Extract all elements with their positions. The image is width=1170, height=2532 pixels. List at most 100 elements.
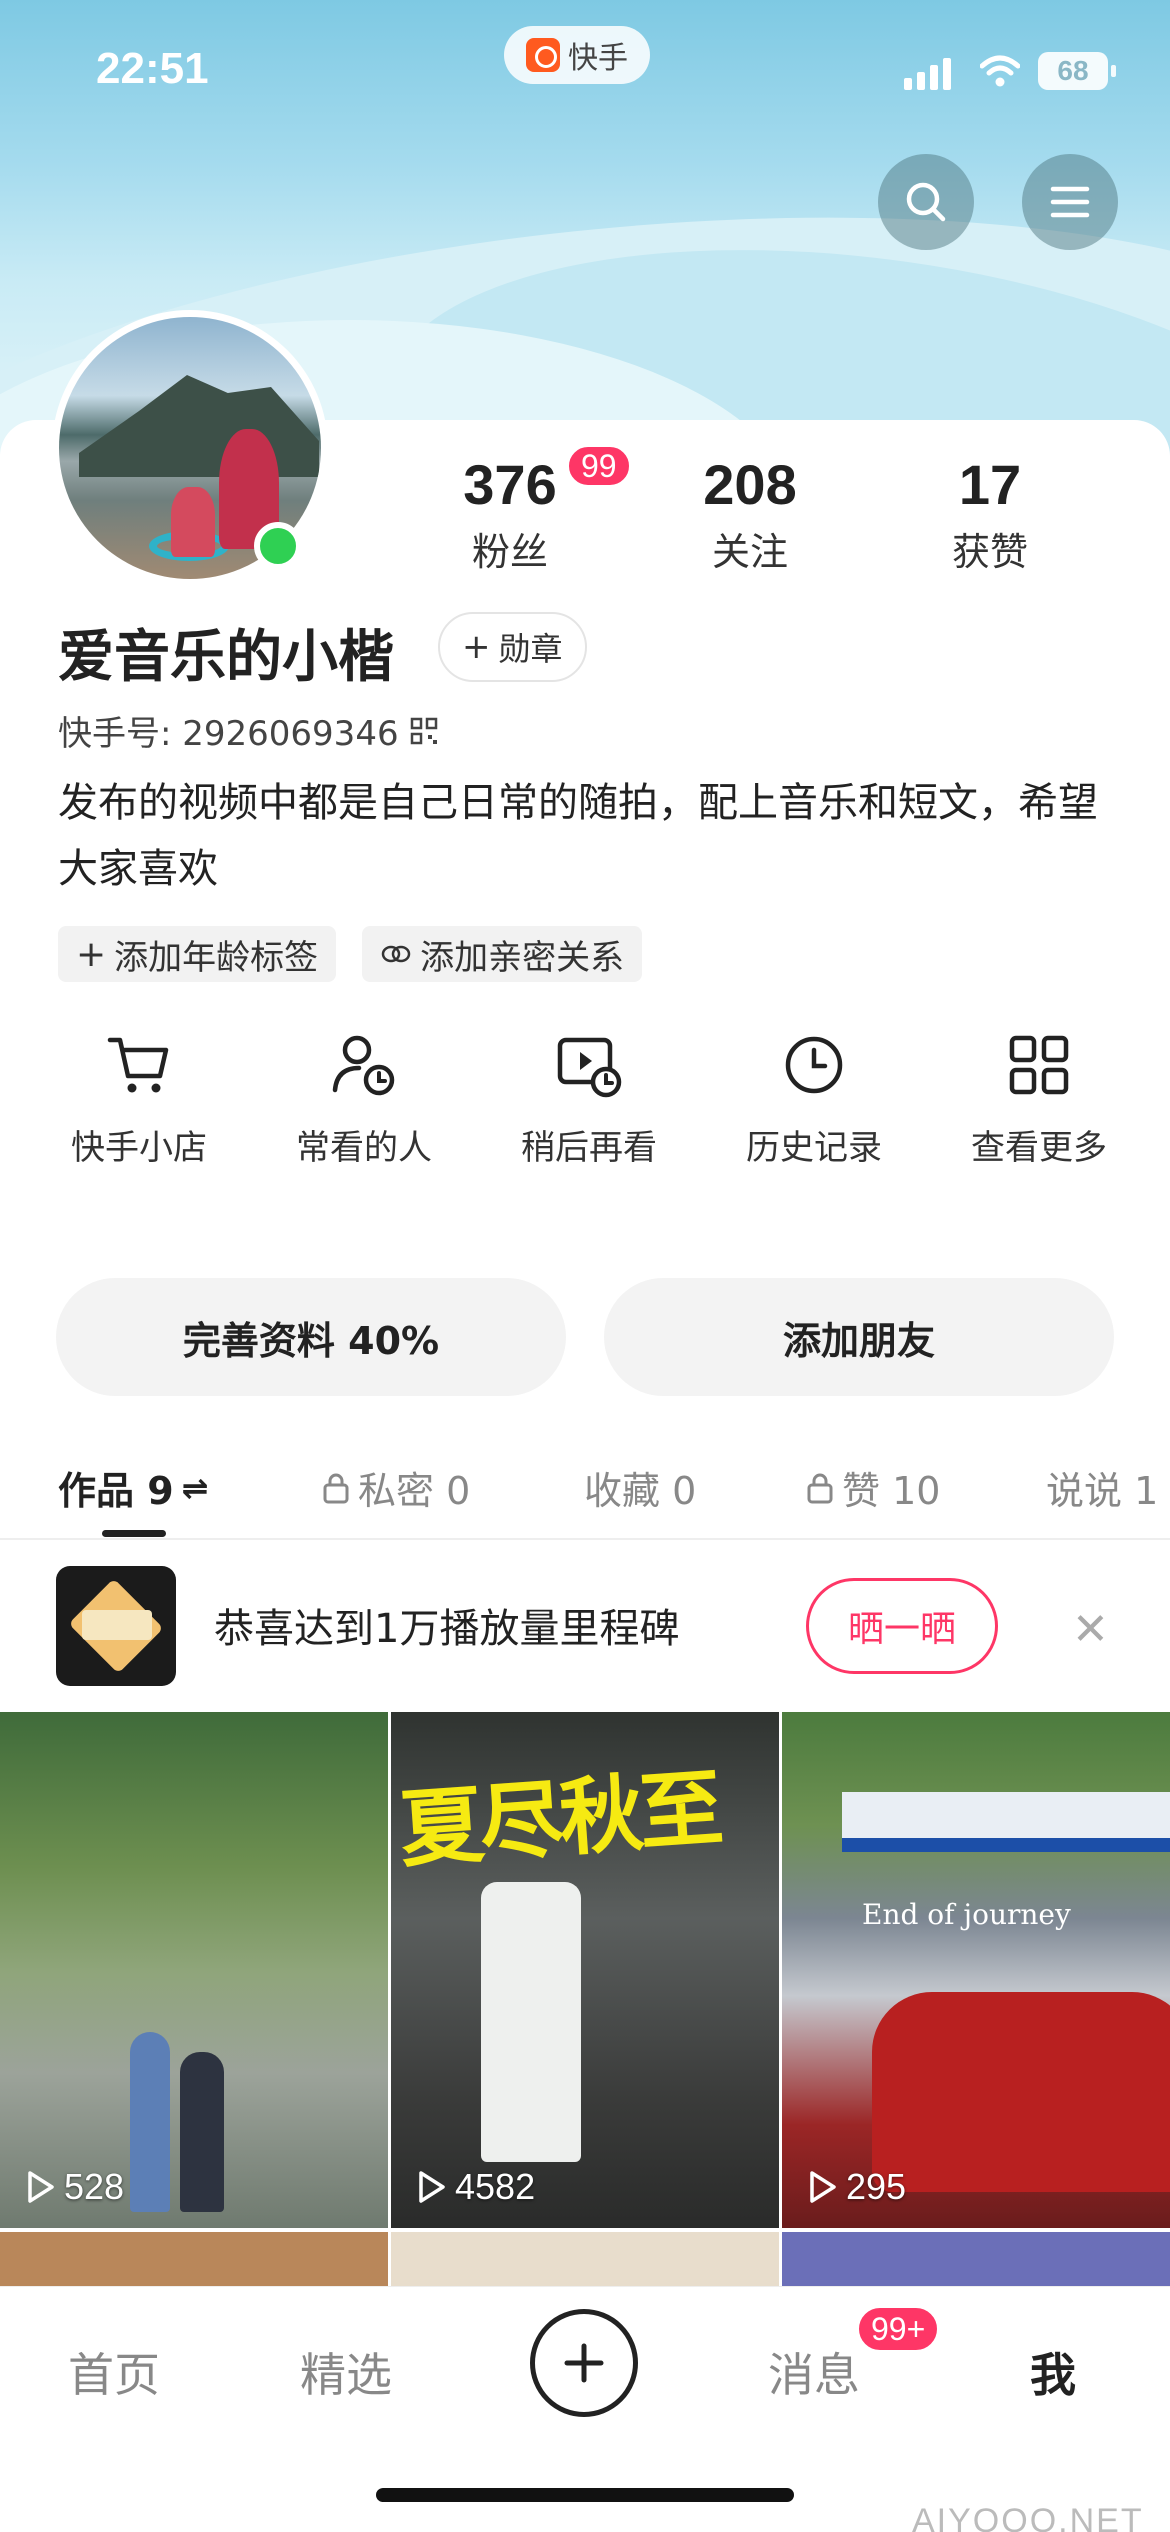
link-icon <box>381 945 411 963</box>
shortcut-shop-label: 快手小店 <box>71 1128 207 1168</box>
search-icon <box>906 182 946 222</box>
tab-liked[interactable]: 赞 10 <box>806 1460 940 1515</box>
stat-likes[interactable]: 17 获赞 <box>890 452 1090 576</box>
play-count: 528 <box>26 2166 124 2208</box>
video-grid: 528 夏尽秋至 4582 End of journey 295 <box>0 1712 1170 2302</box>
video-tile[interactable]: 夏尽秋至 4582 <box>391 1712 779 2228</box>
plus-icon: + <box>462 627 491 667</box>
plus-icon <box>564 2343 604 2383</box>
clock-icon <box>785 1036 843 1094</box>
online-status-dot <box>254 522 302 570</box>
nickname: 爱音乐的小楷 <box>58 625 394 690</box>
home-indicator[interactable] <box>376 2488 794 2502</box>
milestone-banner: 恭喜达到1万播放量里程碑 晒一晒 ✕ <box>0 1544 1170 1712</box>
app-indicator: 快手 <box>504 26 650 84</box>
lock-icon <box>323 1473 349 1503</box>
shortcut-row: 快手小店 常看的人 稍后再看 历史记录 查看更多 <box>34 1030 1144 1169</box>
video-clock-icon <box>557 1037 622 1098</box>
video-cover-caption: End of journey <box>862 1898 1071 1931</box>
nav-featured[interactable]: 精选 <box>300 2339 392 2405</box>
likes-label: 获赞 <box>951 530 1028 574</box>
tab-works[interactable]: 作品 9 ⇌ <box>58 1460 208 1515</box>
tab-posts-label: 说说 1 <box>1046 1469 1159 1513</box>
add-friend-button[interactable]: 添加朋友 <box>604 1278 1114 1396</box>
shortcut-history-label: 历史记录 <box>746 1128 882 1168</box>
profile-actions: 完善资料 40% 添加朋友 <box>56 1278 1114 1396</box>
search-button[interactable] <box>878 154 974 250</box>
add-age-tag-button[interactable]: + 添加年龄标签 <box>58 926 337 982</box>
video-tile[interactable]: 528 <box>0 1712 388 2228</box>
signal-icon <box>904 56 951 90</box>
plus-icon: + <box>76 933 107 975</box>
fans-new-badge: 99 <box>566 444 632 488</box>
nav-home[interactable]: 首页 <box>68 2339 160 2405</box>
share-milestone-button[interactable]: 晒一晒 <box>806 1578 998 1674</box>
play-count-value: 4582 <box>455 2166 536 2207</box>
medal-label: 勋章 <box>498 630 563 668</box>
fans-label: 粉丝 <box>471 530 548 574</box>
following-label: 关注 <box>711 530 788 574</box>
content-tabs: 作品 9 ⇌ 私密 0 收藏 0 赞 10 说说 1 <box>0 1440 1170 1540</box>
shortcut-watch-later[interactable]: 稍后再看 <box>484 1030 694 1169</box>
milestone-text: 恭喜达到1万播放量里程碑 <box>214 1606 680 1652</box>
active-tab-indicator <box>102 1530 166 1537</box>
kuaishou-logo-icon <box>526 38 560 72</box>
tab-works-label: 作品 9 <box>58 1469 174 1513</box>
grid-icon <box>1009 1035 1069 1095</box>
lock-icon <box>807 1473 833 1503</box>
likes-count: 17 <box>958 453 1022 516</box>
play-count-value: 528 <box>64 2166 125 2207</box>
menu-button[interactable] <box>1022 154 1118 250</box>
play-count: 4582 <box>417 2166 535 2208</box>
following-count: 208 <box>703 453 797 516</box>
profile-tags: + 添加年龄标签 添加亲密关系 <box>58 926 643 982</box>
tab-private[interactable]: 私密 0 <box>322 1460 470 1515</box>
wifi-icon <box>980 55 1020 87</box>
milestone-thumbnail <box>56 1566 176 1686</box>
shortcut-watch-later-label: 稍后再看 <box>521 1128 657 1168</box>
nav-messages[interactable]: 消息 <box>768 2339 860 2405</box>
bio: 发布的视频中都是自己日常的随拍，配上音乐和短文，希望大家喜欢 <box>58 780 1098 892</box>
play-icon <box>28 2171 54 2203</box>
add-relationship-label: 添加亲密关系 <box>420 937 625 978</box>
play-icon <box>419 2171 445 2203</box>
shortcut-history[interactable]: 历史记录 <box>709 1030 919 1169</box>
tab-liked-label: 赞 10 <box>842 1469 941 1513</box>
shortcut-more-label: 查看更多 <box>971 1128 1107 1168</box>
profile-page: 22:51 快手 68 376 粉丝 99 208 关注 17 获赞 爱音乐的小… <box>0 0 1170 2532</box>
add-age-tag-label: 添加年龄标签 <box>114 937 319 978</box>
app-name: 快手 <box>568 41 628 76</box>
sort-icon[interactable]: ⇌ <box>182 1469 209 1507</box>
hamburger-icon <box>1050 186 1090 218</box>
close-icon[interactable]: ✕ <box>1072 1604 1109 1655</box>
kuaishou-id-text: 快手号: 2926069346 <box>58 714 399 754</box>
shortcut-frequent-label: 常看的人 <box>296 1128 432 1168</box>
nav-me[interactable]: 我 <box>1030 2339 1076 2405</box>
status-time: 22:51 <box>96 44 209 93</box>
status-bar: 22:51 快手 68 <box>0 0 1170 140</box>
stat-following[interactable]: 208 关注 <box>650 452 850 576</box>
battery-icon: 68 <box>1038 52 1116 90</box>
create-button[interactable] <box>530 2309 638 2417</box>
qr-code-icon <box>410 717 437 744</box>
tab-favorites[interactable]: 收藏 0 <box>584 1460 696 1515</box>
messages-badge: 99+ <box>856 2305 941 2353</box>
shortcut-shop[interactable]: 快手小店 <box>34 1030 244 1169</box>
play-icon <box>810 2171 836 2203</box>
person-clock-icon <box>332 1035 395 1096</box>
add-relationship-button[interactable]: 添加亲密关系 <box>362 926 643 982</box>
play-count: 295 <box>808 2166 906 2208</box>
shortcut-more[interactable]: 查看更多 <box>934 1030 1144 1169</box>
watermark: AIYOOO.NET <box>912 2502 1144 2532</box>
tab-private-label: 私密 0 <box>358 1469 471 1513</box>
medal-button[interactable]: + 勋章 <box>438 612 587 682</box>
complete-profile-button[interactable]: 完善资料 40% <box>56 1278 566 1396</box>
tab-favorites-label: 收藏 0 <box>584 1469 697 1513</box>
tab-posts[interactable]: 说说 1 <box>1046 1460 1158 1515</box>
video-tile[interactable]: End of journey 295 <box>782 1712 1170 2228</box>
kuaishou-id[interactable]: 快手号: 2926069346 <box>58 706 439 755</box>
play-count-value: 295 <box>846 2166 907 2207</box>
shortcut-frequent[interactable]: 常看的人 <box>259 1030 469 1169</box>
cart-icon <box>107 1037 169 1093</box>
video-cover-title: 夏尽秋至 <box>396 1758 723 1880</box>
